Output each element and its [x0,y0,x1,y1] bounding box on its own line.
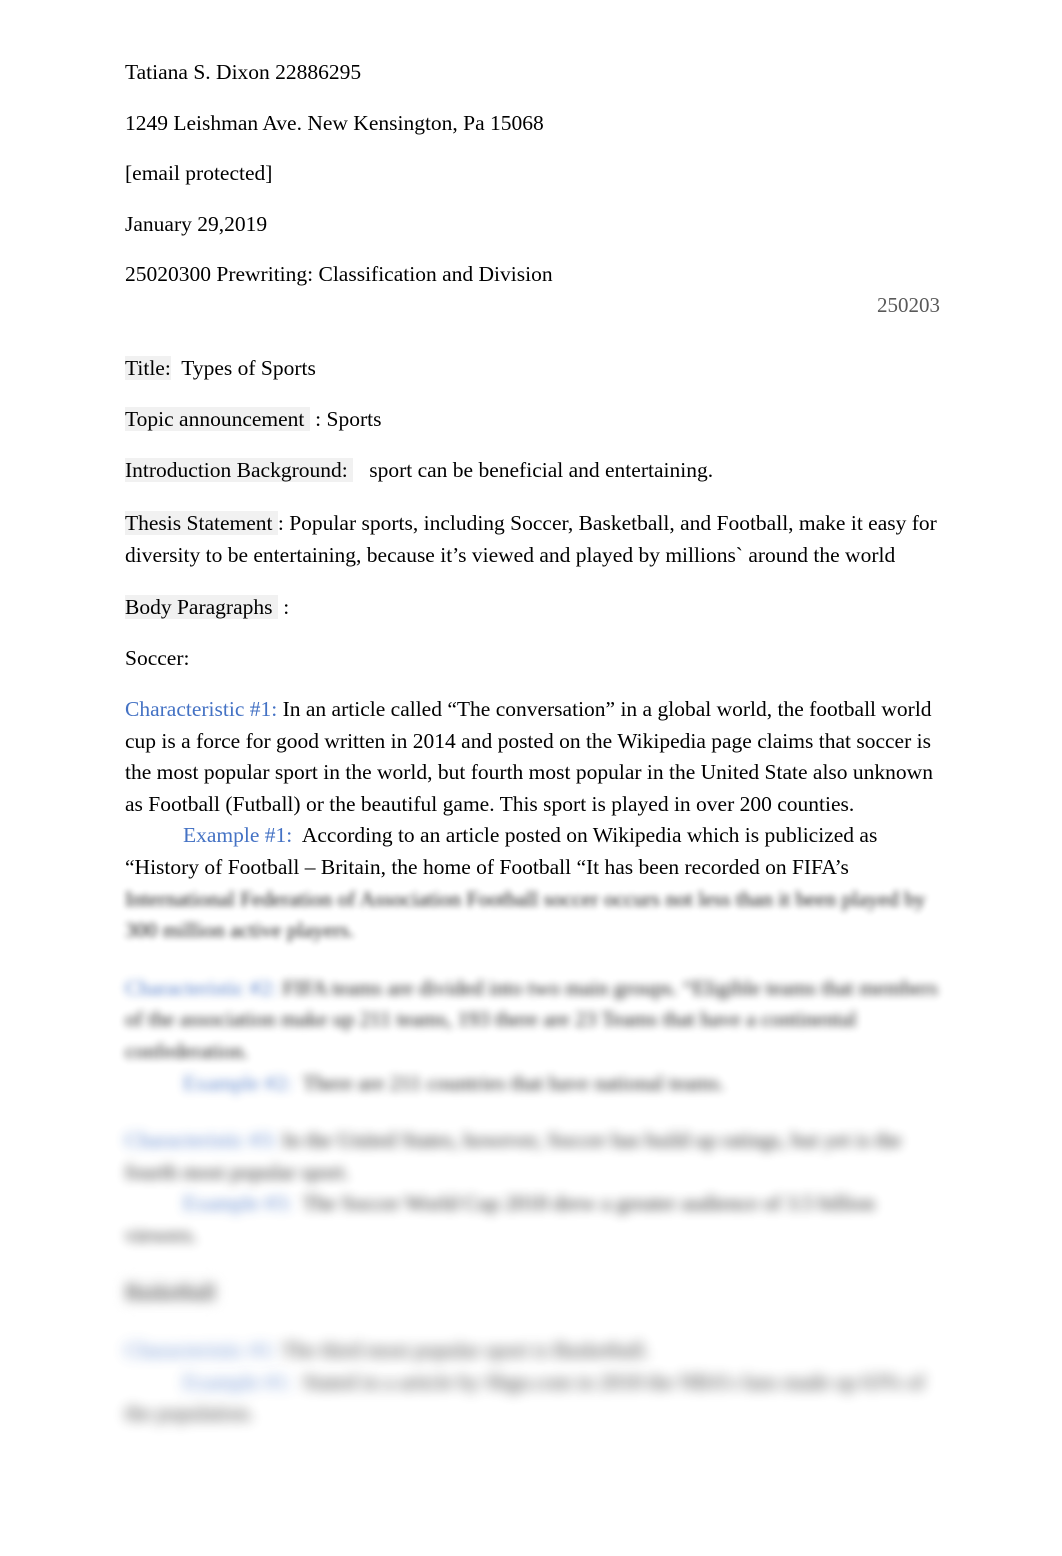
basketball-characteristic-1: Characteristic #1: The third most popula… [125,1335,940,1367]
soccer-example-3-label: Example #3: [183,1191,293,1216]
outline-thesis-row: Thesis Statement : Popular sports, inclu… [125,508,940,571]
header-name-and-id: Tatiana S. Dixon 22886295 [125,60,362,84]
outline-body-value: : [277,595,290,620]
basketball-characteristic-1-label: Characteristic #1: [125,1338,278,1363]
outline-title-value: Types of Sports [170,356,316,381]
outline-thesis-label: Thesis Statement [125,511,278,536]
soccer-example-2: Example #2: There are 211 countries that… [125,1068,940,1100]
soccer-example-1: Example #1: According to an article post… [125,820,940,883]
soccer-example-3: Example #3: The Soccer World Cup 2018 dr… [125,1188,940,1251]
outline-topic-row: Topic announcement : Sports [125,406,940,431]
soccer-example-2-text: There are 211 countries that have nation… [292,1070,725,1095]
outline-intro-row: Introduction Background: sport can be be… [125,457,940,482]
header-course-assignment: 25020300 Prewriting: Classification and … [125,262,553,287]
soccer-characteristic-2: Characteristic #2: FIFA teams are divide… [125,973,940,1068]
document-page: Tatiana S. Dixon 22886295 1249 Leishman … [0,0,1062,1556]
blurred-region: International Federation of Association … [125,884,940,1430]
basketball-example-1-label: Example #1: [183,1369,293,1394]
outline-topic-label: Topic announcement [125,406,310,431]
outline-title-label: Title: [125,356,171,381]
basketball-example-1: Example #1: Stated in a article by Sbgn.… [125,1367,940,1430]
soccer-example-1-blurred-tail: International Federation of Association … [125,886,932,943]
outline-topic-value: : Sports [309,406,382,431]
header-date: January 29,2019 [125,211,268,236]
header-right-number: 250203 [877,293,940,318]
basketball-characteristic-1-text: The third most popular sport is Basketba… [277,1338,650,1363]
soccer-characteristic-2-label: Characteristic #2: [125,975,278,1000]
outline-body-label: Body Paragraphs [125,595,278,620]
header-email: [email protected] [125,161,273,186]
document-body: Tatiana S. Dixon 22886295 1249 Leishman … [125,60,940,1430]
outline-body-row: Body Paragraphs : [125,595,940,620]
outline-title-row: Title: Types of Sports [125,356,940,381]
soccer-characteristic-3: Characteristic #3: In the United States,… [125,1125,940,1188]
header-address: 1249 Leishman Ave. New Kensington, Pa 15… [125,110,544,135]
soccer-example-2-label: Example #2: [183,1070,293,1095]
outline-intro-value: sport can be beneficial and entertaining… [353,457,714,482]
soccer-characteristic-1-label: Characteristic #1: [125,696,278,721]
basketball-section-label: Basketball [125,1280,216,1305]
outline-intro-label: Introduction Background: [125,457,354,482]
soccer-characteristic-3-label: Characteristic #3: [125,1128,278,1153]
section-heading-soccer: Soccer: [125,645,190,670]
soccer-example-1-label: Example #1: [183,823,293,848]
soccer-characteristic-1: Characteristic #1: In an article called … [125,694,940,820]
section-heading-basketball: Basketball [125,1277,940,1309]
